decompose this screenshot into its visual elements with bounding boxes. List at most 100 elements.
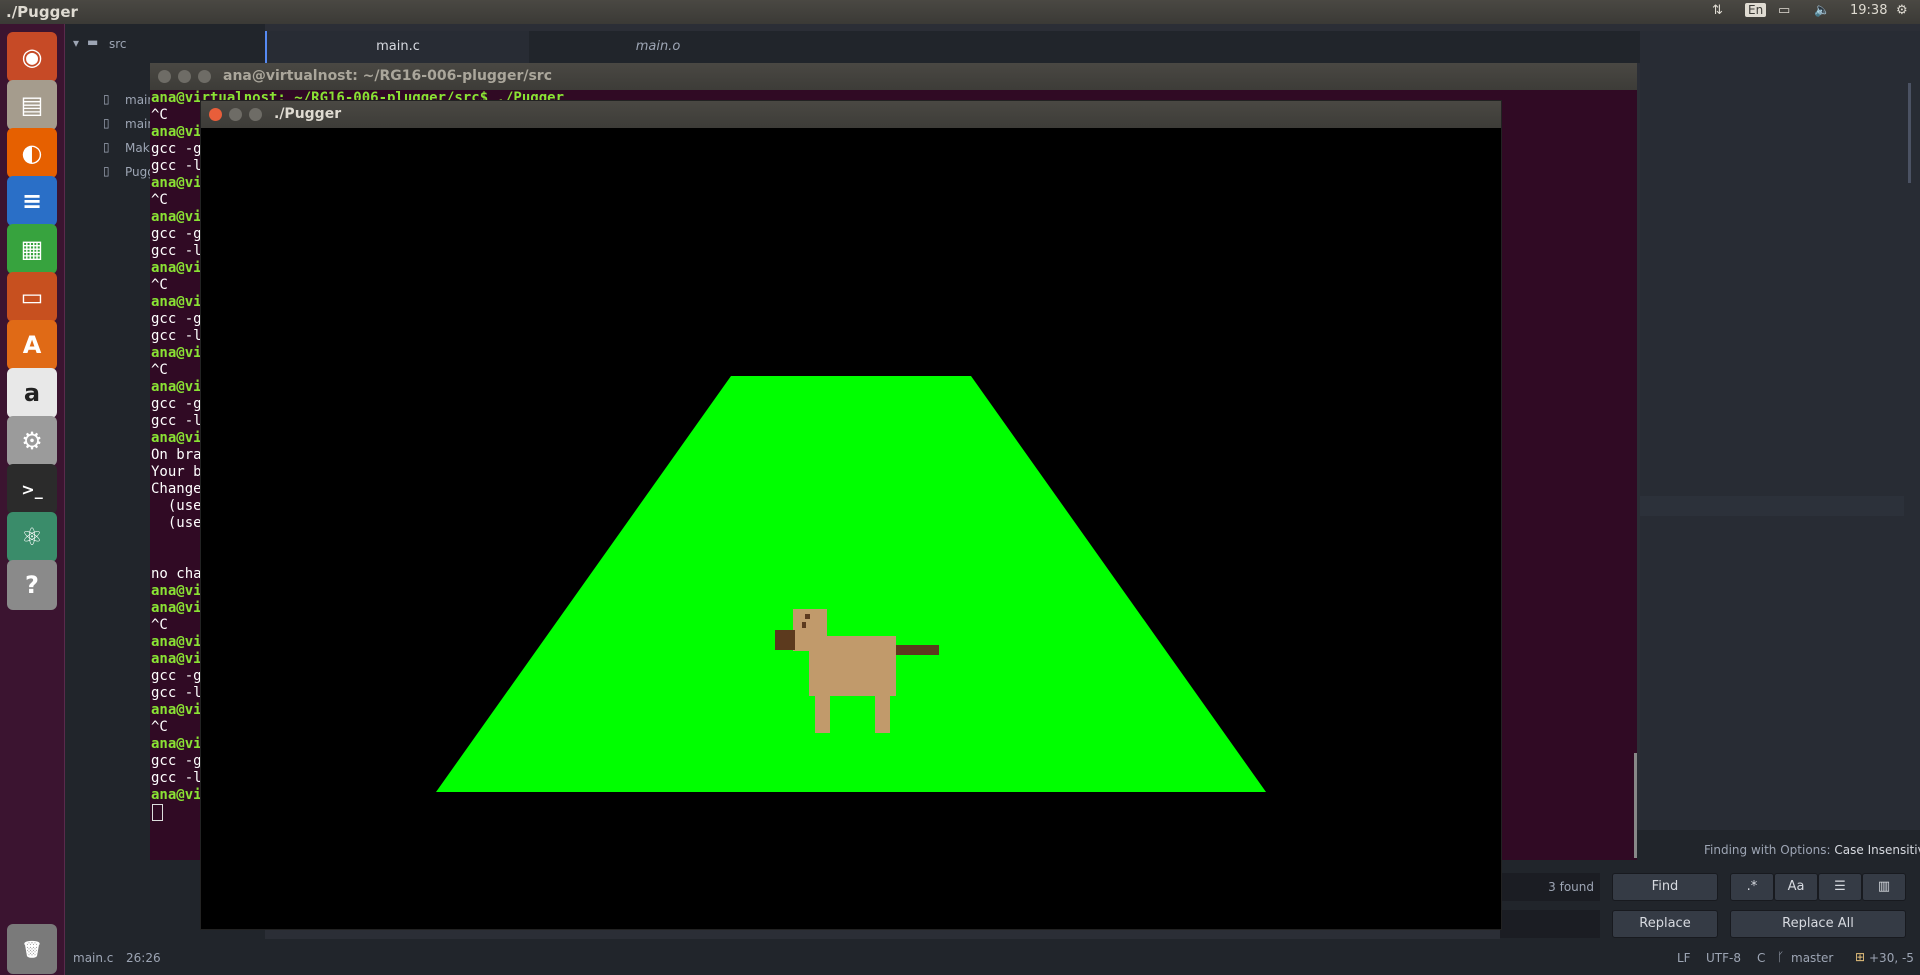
help-icon[interactable]: ? xyxy=(7,560,57,610)
terminal-line: gcc -l xyxy=(151,413,202,429)
dog-snout xyxy=(775,630,795,650)
chevron-down-icon: ▾ xyxy=(73,36,80,50)
terminal-scrollbar[interactable] xyxy=(1634,753,1637,858)
dog-leg xyxy=(875,693,890,733)
pugger-titlebar[interactable]: ./Pugger xyxy=(201,101,1501,128)
settings-gear-icon[interactable]: ⚙ xyxy=(1896,3,1908,18)
system-settings-icon[interactable]: ⚙ xyxy=(7,416,57,466)
game-canvas[interactable] xyxy=(201,128,1501,929)
replace-input[interactable] xyxy=(1500,910,1600,938)
terminal-line: ana@vi xyxy=(151,209,202,225)
terminal-line: gcc -g xyxy=(151,396,202,412)
status-grammar[interactable]: C xyxy=(1757,951,1765,965)
terminal-line: ^C xyxy=(151,192,168,208)
terminal-line: ana@vi xyxy=(151,787,202,803)
terminal-line: gcc -l xyxy=(151,685,202,701)
top-panel: ./Pugger ⇅ En ▭ 🔈 19:38 ⚙ xyxy=(0,0,1920,24)
battery-icon[interactable]: ▭ xyxy=(1778,3,1790,18)
close-icon[interactable] xyxy=(209,108,222,121)
terminal-line: ana@vi xyxy=(151,260,202,276)
keyboard-layout-indicator[interactable]: En xyxy=(1745,3,1767,18)
terminal-line: gcc -g xyxy=(151,141,202,157)
pugger-title: ./Pugger xyxy=(274,106,342,122)
terminal-line: gcc -g xyxy=(151,226,202,242)
terminal-line: gcc -l xyxy=(151,328,202,344)
tab-main-c[interactable]: main.c xyxy=(265,31,529,63)
writer-icon[interactable]: ≡ xyxy=(7,176,57,226)
status-file-name[interactable]: main.c xyxy=(73,951,113,965)
case-sensitive-toggle[interactable]: Aa xyxy=(1774,873,1818,901)
atom-icon[interactable]: ⚛ xyxy=(7,512,57,562)
pugger-window[interactable]: ./Pugger xyxy=(200,100,1502,930)
in-selection-toggle[interactable]: ☰ xyxy=(1818,873,1862,901)
calc-icon[interactable]: ▦ xyxy=(7,224,57,274)
regex-toggle[interactable]: .* xyxy=(1730,873,1774,901)
volume-icon[interactable]: 🔈 xyxy=(1814,3,1830,18)
terminal-line: gcc -l xyxy=(151,770,202,786)
close-icon[interactable] xyxy=(158,70,171,83)
dog-eye xyxy=(805,614,810,619)
terminal-line: ana@vi xyxy=(151,124,202,140)
terminal-line: ana@vi xyxy=(151,345,202,361)
terminal-line: Change xyxy=(151,481,202,497)
minimize-icon[interactable] xyxy=(229,108,242,121)
terminal-line: ana@vi xyxy=(151,702,202,718)
maximize-icon[interactable] xyxy=(249,108,262,121)
find-options-value: Case Insensitive xyxy=(1834,843,1920,857)
terminal-line: gcc -g xyxy=(151,311,202,327)
status-encoding[interactable]: UTF-8 xyxy=(1706,951,1741,965)
terminal-line: gcc -g xyxy=(151,753,202,769)
replace-all-button[interactable]: Replace All xyxy=(1730,910,1906,938)
find-result-count: 3 found xyxy=(1548,880,1594,894)
terminal-line: ana@vi xyxy=(151,634,202,650)
files-icon[interactable]: ▤ xyxy=(7,80,57,130)
terminal-title: ana@virtualnost: ~/RG16-006-plugger/src xyxy=(223,68,552,84)
terminal-icon[interactable]: >_ xyxy=(7,464,57,514)
keyboard-layout-label: En xyxy=(1745,3,1767,17)
status-bar: main.c 26:26 LF UTF-8 C ᚴ master ⊞ +30, … xyxy=(65,939,1920,975)
status-git-branch[interactable]: master xyxy=(1791,951,1833,965)
terminal-titlebar[interactable]: ana@virtualnost: ~/RG16-006-plugger/src xyxy=(150,63,1637,90)
launcher: ◉ ▤ ◐ ≡ ▦ ▭ Aa ⚙ >_ ⚛? 🗑 xyxy=(0,24,65,975)
status-line-ending[interactable]: LF xyxy=(1677,951,1691,965)
terminal-line: (use xyxy=(151,515,202,531)
trash-icon[interactable]: 🗑 xyxy=(7,924,57,974)
terminal-line: ^C xyxy=(151,617,168,633)
terminal-line: gcc -l xyxy=(151,243,202,259)
editor-pane[interactable] xyxy=(1640,31,1920,841)
minimize-icon[interactable] xyxy=(178,70,191,83)
status-cursor-position[interactable]: 26:26 xyxy=(126,951,161,965)
status-git-diff[interactable]: +30, -5 xyxy=(1869,951,1914,965)
amazon-icon[interactable]: a xyxy=(7,368,57,418)
terminal-line: ana@vi xyxy=(151,736,202,752)
ubuntu-dash-icon[interactable]: ◉ xyxy=(7,32,57,82)
terminal-cursor xyxy=(152,804,163,821)
clock[interactable]: 19:38 xyxy=(1850,3,1887,18)
dog-leg xyxy=(815,693,830,733)
tab-main-o[interactable]: main.o xyxy=(527,31,789,63)
maximize-icon[interactable] xyxy=(198,70,211,83)
terminal-line: ana@vi xyxy=(151,379,202,395)
find-button[interactable]: Find xyxy=(1612,873,1718,901)
terminal-line: ana@vi xyxy=(151,294,202,310)
terminal-line: On bra xyxy=(151,447,202,463)
replace-button[interactable]: Replace xyxy=(1612,910,1718,938)
tree-folder-src[interactable]: ▾ ▬ src xyxy=(65,32,265,56)
software-center-icon[interactable]: A xyxy=(7,320,57,370)
terminal-line: ana@vi xyxy=(151,600,202,616)
firefox-icon[interactable]: ◐ xyxy=(7,128,57,178)
terminal-line: gcc -g xyxy=(151,668,202,684)
find-input[interactable]: 3 found xyxy=(1500,873,1600,901)
impress-icon[interactable]: ▭ xyxy=(7,272,57,322)
whole-word-toggle[interactable]: ▥ xyxy=(1862,873,1906,901)
terminal-line: no cha xyxy=(151,566,202,582)
folder-icon: ▬ xyxy=(87,35,99,49)
terminal-line: ana@vi xyxy=(151,430,202,446)
network-icon[interactable]: ⇅ xyxy=(1712,3,1723,18)
editor-tab-bar: main.c main.o xyxy=(265,31,1640,63)
file-icon: ▯ xyxy=(103,116,110,130)
git-branch-icon: ᚴ xyxy=(1777,950,1785,964)
terminal-line: ^C xyxy=(151,107,168,123)
file-icon: ▯ xyxy=(103,164,110,178)
editor-scrollbar[interactable] xyxy=(1908,83,1911,183)
